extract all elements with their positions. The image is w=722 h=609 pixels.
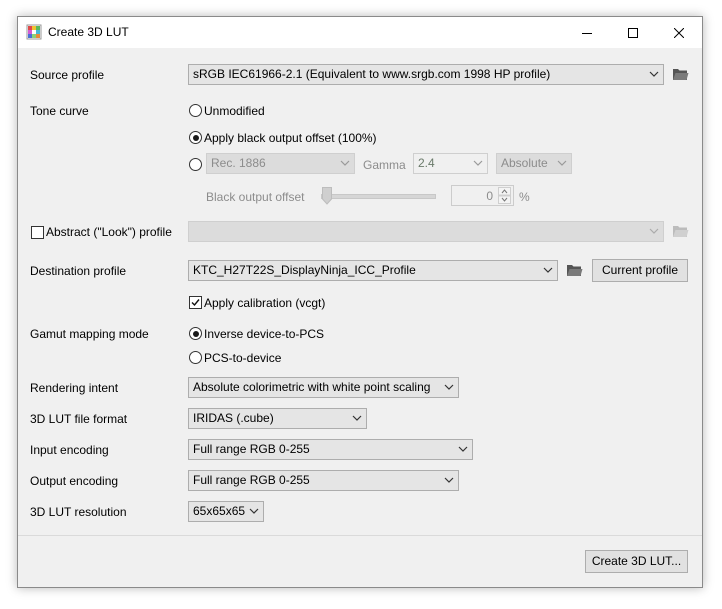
lut-format-value: IRIDAS (.cube): [193, 411, 274, 425]
lut-resolution-dropdown[interactable]: 65x65x65: [188, 501, 264, 522]
output-encoding-dropdown[interactable]: Full range RGB 0-255: [188, 470, 459, 491]
tone-curve-unmodified-label: Unmodified: [204, 104, 265, 118]
output-encoding-value: Full range RGB 0-255: [193, 473, 310, 487]
lut-resolution-label: 3D LUT resolution: [30, 505, 127, 519]
gamma-combobox[interactable]: 2.4: [413, 153, 488, 174]
maximize-icon: [628, 27, 638, 38]
rendering-intent-label: Rendering intent: [30, 381, 119, 395]
gamma-type-dropdown[interactable]: Absolute: [496, 153, 572, 174]
lut-resolution-value: 65x65x65: [193, 504, 246, 518]
close-icon: [674, 27, 684, 38]
create-3d-lut-dialog: Create 3D LUT Source profile sRGB IEC619…: [17, 16, 703, 588]
abstract-profile-checkbox[interactable]: [31, 226, 44, 239]
chevron-down-icon: [649, 71, 659, 77]
destination-profile-value: KTC_H27T22S_DisplayNinja_ICC_Profile: [193, 263, 416, 277]
apply-calibration-checkbox[interactable]: [189, 296, 202, 309]
black-output-offset-value: 0: [486, 189, 493, 203]
chevron-down-icon: [340, 160, 350, 166]
checkmark-icon: [191, 299, 200, 307]
rendering-intent-dropdown[interactable]: Absolute colorimetric with white point s…: [188, 377, 459, 398]
footer-divider: [18, 535, 702, 536]
black-output-offset-label: Black output offset: [206, 190, 305, 204]
gamma-type-value: Absolute: [501, 156, 548, 170]
tone-curve-black-offset-label: Apply black output offset (100%): [204, 131, 377, 145]
tone-curve-type-dropdown[interactable]: Rec. 1886: [206, 153, 355, 174]
create-3d-lut-button[interactable]: Create 3D LUT...: [585, 550, 688, 573]
abstract-profile-dropdown[interactable]: [188, 221, 664, 242]
apply-calibration-label: Apply calibration (vcgt): [204, 296, 326, 310]
chevron-down-icon: [649, 228, 659, 234]
chevron-down-icon: [444, 384, 454, 390]
destination-profile-dropdown[interactable]: KTC_H27T22S_DisplayNinja_ICC_Profile: [188, 260, 558, 281]
close-button[interactable]: [656, 17, 702, 48]
current-profile-button[interactable]: Current profile: [592, 259, 688, 282]
chevron-down-icon: [249, 508, 259, 514]
destination-profile-label: Destination profile: [30, 264, 127, 278]
black-output-offset-spinbox[interactable]: 0: [451, 185, 514, 206]
gamut-mapping-label: Gamut mapping mode: [30, 327, 149, 341]
tone-curve-type-value: Rec. 1886: [211, 156, 266, 170]
source-profile-label: Source profile: [30, 68, 105, 82]
slider-handle-icon[interactable]: [322, 187, 332, 205]
chevron-down-icon: [557, 160, 567, 166]
abstract-profile-folder-icon[interactable]: [672, 224, 689, 238]
abstract-profile-label: Abstract ("Look") profile: [46, 225, 172, 239]
lut-format-dropdown[interactable]: IRIDAS (.cube): [188, 408, 367, 429]
chevron-down-icon: [444, 477, 454, 483]
output-encoding-label: Output encoding: [30, 474, 119, 488]
chevron-down-icon: [543, 267, 553, 273]
window-title: Create 3D LUT: [48, 25, 129, 39]
chevron-down-icon: [352, 415, 362, 421]
tone-curve-black-offset-radio[interactable]: [189, 131, 202, 144]
input-encoding-label: Input encoding: [30, 443, 109, 457]
lut-format-label: 3D LUT file format: [30, 412, 128, 426]
black-output-offset-slider[interactable]: [321, 194, 436, 199]
destination-profile-folder-icon[interactable]: [566, 263, 583, 277]
source-profile-value: sRGB IEC61966-2.1 (Equivalent to www.srg…: [193, 67, 551, 81]
spin-arrows-icon[interactable]: [498, 187, 511, 204]
app-icon: [26, 24, 42, 40]
gamma-value: 2.4: [418, 156, 435, 170]
gamut-inverse-device-to-pcs-radio[interactable]: [189, 327, 202, 340]
gamut-pcs-to-device-radio[interactable]: [189, 351, 202, 364]
gamma-label: Gamma: [363, 158, 406, 172]
chevron-down-icon: [473, 160, 483, 166]
maximize-button[interactable]: [610, 17, 656, 48]
minimize-button[interactable]: [564, 17, 610, 48]
input-encoding-dropdown[interactable]: Full range RGB 0-255: [188, 439, 473, 460]
black-output-offset-unit: %: [519, 190, 530, 204]
input-encoding-value: Full range RGB 0-255: [193, 442, 310, 456]
tone-curve-custom-radio[interactable]: [189, 158, 202, 171]
title-bar[interactable]: Create 3D LUT: [18, 17, 702, 48]
minimize-icon: [582, 32, 592, 34]
chevron-down-icon: [458, 446, 468, 452]
tone-curve-label: Tone curve: [30, 104, 89, 118]
gamut-pcs-to-device-label: PCS-to-device: [204, 351, 282, 365]
source-profile-dropdown[interactable]: sRGB IEC61966-2.1 (Equivalent to www.srg…: [188, 64, 664, 85]
gamut-inverse-device-to-pcs-label: Inverse device-to-PCS: [204, 327, 325, 341]
rendering-intent-value: Absolute colorimetric with white point s…: [193, 380, 431, 394]
source-profile-folder-icon[interactable]: [672, 67, 689, 81]
tone-curve-unmodified-radio[interactable]: [189, 104, 202, 117]
